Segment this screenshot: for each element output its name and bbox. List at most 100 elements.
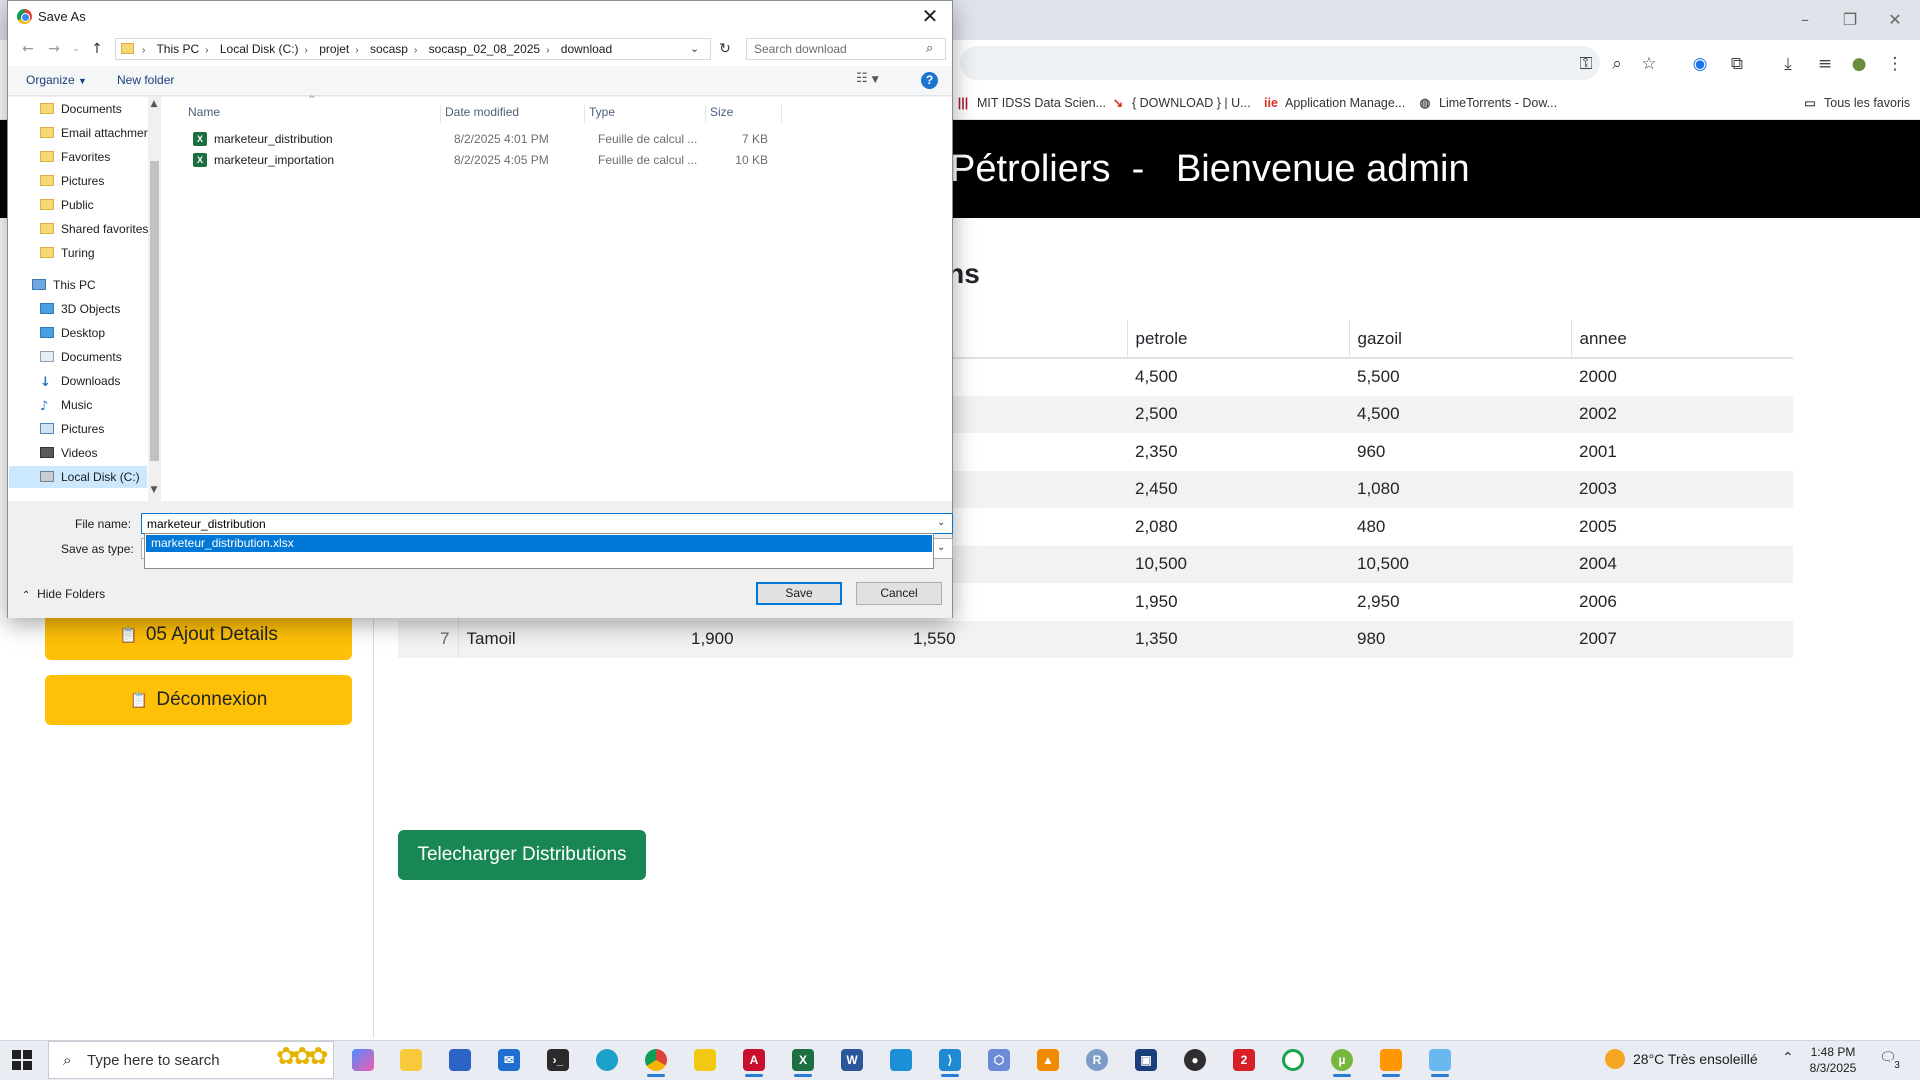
view-options-button[interactable]: ☷ ▼ <box>856 71 896 91</box>
green-ring-icon[interactable] <box>1276 1044 1310 1076</box>
file-row[interactable]: X marketeur_distribution 8/2/2025 4:01 P… <box>188 129 788 149</box>
new-folder-button[interactable]: New folder <box>117 73 174 87</box>
scroll-up-icon[interactable]: ▲ <box>148 99 160 113</box>
dialog-search-box[interactable]: ⌕ <box>746 38 946 60</box>
nav-item-documents[interactable]: Documents <box>40 98 122 120</box>
column-header-date-modified[interactable]: Date modified <box>441 105 585 123</box>
nav-item-favorites[interactable]: Favorites <box>40 146 110 168</box>
bookmark-limetorrents[interactable]: ◍ LimeTorrents - Dow... <box>1417 93 1558 113</box>
breadcrumb-item[interactable]: download <box>561 42 612 56</box>
scroll-down-icon[interactable]: ▼ <box>148 485 160 499</box>
file-row[interactable]: X marketeur_importation 8/2/2025 4:05 PM… <box>188 150 788 170</box>
chrome-icon[interactable] <box>639 1044 673 1077</box>
excel-icon[interactable]: X <box>786 1044 820 1077</box>
system-clock[interactable]: 1:48 PM 8/3/2025 <box>1803 1044 1863 1076</box>
nav-item-pictures[interactable]: Pictures <box>40 418 104 440</box>
word-icon[interactable]: W <box>835 1044 869 1076</box>
nav-item-downloads[interactable]: ↓ Downloads <box>40 370 120 392</box>
obs-icon[interactable]: ● <box>1178 1044 1212 1076</box>
nav-item-desktop[interactable]: Desktop <box>40 322 105 344</box>
search-input[interactable] <box>747 39 922 59</box>
nav-item-local-disk[interactable]: Local Disk (C:) <box>9 466 147 488</box>
show-hidden-icons-icon[interactable]: ⌃ <box>1782 1050 1794 1066</box>
profile-avatar-icon[interactable]: ● <box>1846 51 1872 77</box>
chevron-down-icon[interactable]: ⌄ <box>690 42 699 55</box>
app-red-icon[interactable]: 2 <box>1227 1044 1261 1076</box>
sublime-icon[interactable] <box>1374 1044 1408 1077</box>
media-controls-icon[interactable]: ≡ <box>1812 51 1838 77</box>
address-bar[interactable] <box>960 46 1600 80</box>
refresh-icon[interactable]: ↻ <box>715 38 735 60</box>
breadcrumb-item[interactable]: socasp_02_08_2025 <box>429 42 540 56</box>
back-arrow-icon[interactable]: ← <box>18 39 38 59</box>
hex-app-icon[interactable]: ⬡ <box>982 1044 1016 1076</box>
forward-arrow-icon[interactable]: → <box>44 39 64 59</box>
nav-item-public[interactable]: Public <box>40 194 94 216</box>
copilot-icon[interactable] <box>346 1044 380 1076</box>
remote-desktop-icon[interactable] <box>884 1044 918 1076</box>
chevron-down-icon[interactable]: ⌄ <box>937 542 945 553</box>
virtualbox-icon[interactable]: ▣ <box>1129 1044 1163 1076</box>
breadcrumb-item[interactable]: This PC <box>156 42 199 56</box>
browser-menu-icon[interactable]: ⋮ <box>1882 51 1908 77</box>
all-bookmarks[interactable]: ▭ Tous les favoris <box>1802 93 1910 113</box>
password-key-icon[interactable]: ⚿ <box>1573 51 1599 77</box>
nav-item-3d-objects[interactable]: 3D Objects <box>40 298 120 320</box>
bookmark-download[interactable]: ↘{ DOWNLOAD } | U... <box>1110 93 1251 113</box>
terminal-icon[interactable]: ›_ <box>541 1044 575 1076</box>
nav-item-turing[interactable]: Turing <box>40 242 95 264</box>
help-icon[interactable]: ? <box>921 72 938 89</box>
scrollbar-thumb[interactable] <box>150 161 159 461</box>
nav-item-shared-favorites[interactable]: Shared favorites <box>40 218 148 240</box>
edge-browser-icon[interactable] <box>590 1044 624 1076</box>
recent-locations-icon[interactable]: ⌄ <box>66 39 86 59</box>
r-language-icon[interactable]: R <box>1080 1044 1114 1076</box>
power-bi-icon[interactable] <box>688 1044 722 1076</box>
breadcrumb-item[interactable]: socasp <box>370 42 408 56</box>
vscode-icon[interactable]: ⟩ <box>933 1044 967 1077</box>
nav-item-music[interactable]: ♪ Music <box>40 394 92 416</box>
bookmark-star-icon[interactable]: ☆ <box>1636 51 1662 77</box>
close-icon[interactable]: ✕ <box>914 3 946 30</box>
restore-icon[interactable]: ❐ <box>1830 8 1870 32</box>
acrobat-icon[interactable]: A <box>737 1044 771 1077</box>
up-arrow-icon[interactable]: ↑ <box>87 39 107 59</box>
telecharger-distributions-button[interactable]: Telecharger Distributions <box>398 830 646 880</box>
nav-item-email-attachments[interactable]: Email attachmer <box>40 122 148 144</box>
nav-item-videos[interactable]: Videos <box>40 442 97 464</box>
deconnexion-button[interactable]: 📋 Déconnexion <box>45 675 352 725</box>
autocomplete-suggestion[interactable]: marketeur_distribution.xlsx <box>146 535 932 552</box>
file-explorer-icon[interactable] <box>394 1044 428 1076</box>
file-name-input[interactable] <box>142 514 930 533</box>
save-button[interactable]: Save <box>756 582 842 605</box>
column-header-name[interactable]: Name <box>184 105 441 123</box>
column-header-size[interactable]: Size <box>706 105 782 123</box>
breadcrumb-item[interactable]: projet <box>319 42 349 56</box>
taskbar-search-input[interactable] <box>87 1050 247 1070</box>
minimize-icon[interactable]: – <box>1785 8 1825 32</box>
dialog-address-bar[interactable]: › This PC › Local Disk (C:) › projet › soca… <box>115 38 711 60</box>
extensions-puzzle-icon[interactable]: ⧉ <box>1724 51 1750 77</box>
vlc-icon[interactable]: ▲ <box>1031 1044 1065 1076</box>
microsoft-store-icon[interactable] <box>443 1044 477 1076</box>
chevron-down-icon[interactable]: ⌄ <box>937 517 945 528</box>
column-header-type[interactable]: Type <box>585 105 706 123</box>
windows-start-icon[interactable] <box>12 1050 32 1070</box>
mail-icon[interactable]: ✉ <box>492 1044 526 1076</box>
cancel-button[interactable]: Cancel <box>856 582 942 605</box>
paint-icon[interactable] <box>1423 1044 1457 1077</box>
bookmark-mit-idss[interactable]: ||| MIT IDSS Data Scien... <box>955 93 1106 113</box>
weather-widget[interactable]: 28°C Très ensoleillé <box>1605 1049 1758 1069</box>
downloads-icon[interactable]: ⤓ <box>1775 51 1801 77</box>
organize-button[interactable]: Organize ▼ <box>26 73 87 87</box>
bookmark-application-manager[interactable]: iie Application Manage... <box>1263 93 1405 113</box>
hide-folders-button[interactable]: ⌃ Hide Folders <box>22 587 105 601</box>
utorrent-icon[interactable]: µ <box>1325 1044 1359 1077</box>
nav-item-pictures-user[interactable]: Pictures <box>40 170 104 192</box>
nav-item-documents-pc[interactable]: Documents <box>40 346 122 368</box>
extension-telegram-icon[interactable]: ◉ <box>1687 51 1713 77</box>
file-name-field[interactable]: ⌄ <box>141 513 953 534</box>
zoom-icon[interactable]: ⌕ <box>1604 51 1630 77</box>
nav-item-this-pc[interactable]: This PC <box>32 274 96 296</box>
close-window-icon[interactable]: ✕ <box>1875 8 1915 32</box>
